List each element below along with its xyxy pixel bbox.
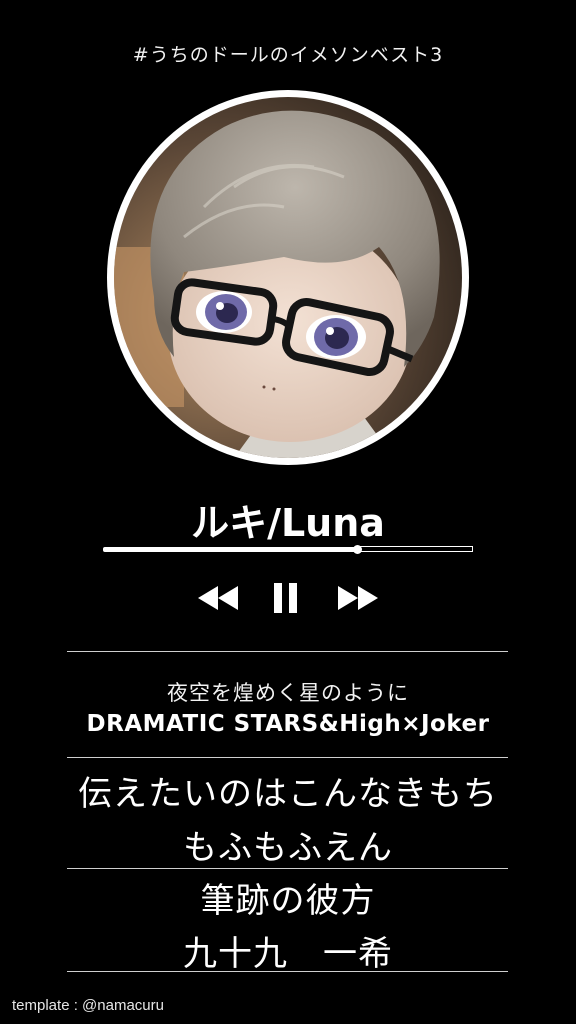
song-2-title: 伝えたいのはこんなきもち	[78, 774, 498, 814]
fast-forward-icon	[338, 586, 378, 610]
progress-remaining	[358, 546, 473, 552]
pause-button[interactable]	[268, 582, 304, 614]
song-1-artist: DRAMATIC STARS&High×Joker	[86, 711, 490, 737]
doll-portrait-image	[114, 97, 462, 458]
template-credit: template : @namacuru	[12, 997, 164, 1014]
avatar-frame	[107, 90, 469, 465]
rewind-button[interactable]	[195, 582, 241, 614]
divider	[67, 868, 508, 869]
song-3-title: 筆跡の彼方	[200, 881, 376, 921]
progress-played	[103, 547, 358, 552]
divider	[67, 651, 508, 652]
divider	[67, 757, 508, 758]
rewind-icon	[198, 586, 238, 610]
song-3-artist: 九十九 一希	[183, 934, 393, 974]
progress-knob[interactable]	[353, 545, 362, 554]
hashtag-title: #うちのドールのイメソンベスト3	[132, 44, 444, 66]
fast-forward-button[interactable]	[335, 582, 381, 614]
song-1-title: 夜空を煌めく星のように	[167, 681, 409, 705]
pause-icon	[274, 583, 297, 613]
divider	[67, 971, 508, 972]
avatar	[114, 97, 462, 458]
song-title: ルキ/Luna	[191, 501, 385, 545]
song-2-artist: もふもふえん	[183, 828, 393, 868]
